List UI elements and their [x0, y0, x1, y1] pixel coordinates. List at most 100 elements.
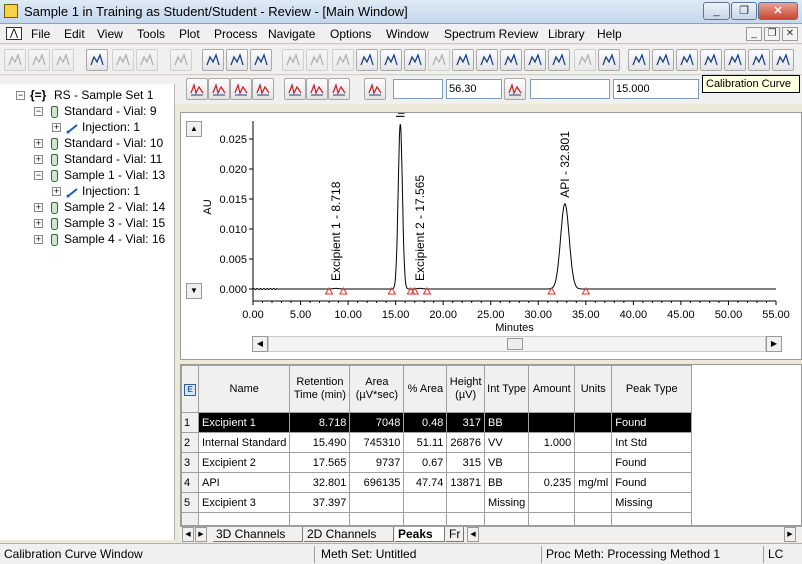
- table-cell[interactable]: Missing: [483, 492, 530, 513]
- tree-item[interactable]: + Injection: 1: [0, 120, 175, 136]
- column-header[interactable]: Area (µV*sec): [349, 365, 405, 413]
- table-cell[interactable]: [574, 432, 613, 453]
- tab-3d-channels[interactable]: 3D Channels: [213, 527, 303, 542]
- row-number[interactable]: 2: [181, 432, 199, 453]
- column-header[interactable]: Units: [574, 365, 613, 413]
- row-number[interactable]: 3: [181, 452, 199, 473]
- menu-edit[interactable]: Edit: [61, 26, 88, 42]
- value-b-input[interactable]: 15.000: [613, 79, 699, 99]
- table-cell[interactable]: 32.801: [289, 472, 351, 493]
- table-cell[interactable]: Excipient 1: [197, 412, 291, 433]
- summary-icon[interactable]: [748, 49, 770, 71]
- properties-icon[interactable]: [524, 49, 546, 71]
- table-cell[interactable]: 8.718: [289, 412, 351, 433]
- table-cell[interactable]: 15.490: [289, 432, 351, 453]
- tab-peaks[interactable]: Peaks: [395, 527, 445, 542]
- menu-plot[interactable]: Plot: [176, 26, 203, 42]
- expand-icon[interactable]: +: [34, 219, 43, 228]
- table-corner[interactable]: E: [181, 365, 199, 413]
- table-cell[interactable]: 13871: [446, 472, 485, 493]
- chart-zoom-icon[interactable]: [404, 49, 426, 71]
- menu-window[interactable]: Window: [383, 26, 432, 42]
- table-cell[interactable]: Found: [611, 452, 693, 473]
- table-cell[interactable]: [403, 512, 448, 525]
- table-cell[interactable]: 0.48: [403, 412, 448, 433]
- table-cell[interactable]: [574, 452, 613, 473]
- paste-icon[interactable]: [28, 49, 50, 71]
- collapse-icon[interactable]: −: [34, 107, 43, 116]
- menu-navigate[interactable]: Navigate: [265, 26, 318, 42]
- table-cell[interactable]: [483, 512, 530, 525]
- minimize-button[interactable]: _: [703, 2, 730, 20]
- window-icon[interactable]: [628, 49, 650, 71]
- plot-arrow-icon[interactable]: [250, 49, 272, 71]
- table-cell[interactable]: [289, 512, 351, 525]
- table-plot-icon[interactable]: [500, 49, 522, 71]
- start-time-input[interactable]: [393, 79, 443, 99]
- expand-icon[interactable]: +: [52, 187, 61, 196]
- table-cell[interactable]: Internal Standard: [197, 432, 291, 453]
- column-header[interactable]: Int Type: [483, 365, 530, 413]
- redo-icon[interactable]: [306, 49, 328, 71]
- tree-item[interactable]: − Sample 1 - Vial: 13: [0, 168, 175, 184]
- mdi-close-icon[interactable]: ✕: [782, 27, 798, 41]
- tree-item[interactable]: − Standard - Vial: 9: [0, 104, 175, 120]
- grid-icon[interactable]: [676, 49, 698, 71]
- table-cell[interactable]: 51.11: [403, 432, 448, 453]
- scrollbar-thumb[interactable]: [507, 338, 523, 350]
- menu-help[interactable]: Help: [594, 26, 625, 42]
- result-icon[interactable]: [724, 49, 746, 71]
- expand-icon[interactable]: +: [34, 155, 43, 164]
- menu-tools[interactable]: Tools: [134, 26, 168, 42]
- table-cell[interactable]: Found: [611, 472, 693, 493]
- cut-icon[interactable]: [52, 49, 74, 71]
- mdi-restore-icon[interactable]: ❐: [764, 27, 780, 41]
- row-number[interactable]: 5: [181, 492, 199, 513]
- tree-item[interactable]: + Sample 2 - Vial: 14: [0, 200, 175, 216]
- scroll-down-icon[interactable]: ▼: [186, 283, 202, 299]
- overlay-icon[interactable]: [380, 49, 402, 71]
- document-icon[interactable]: ⋀: [6, 27, 22, 40]
- table-cell[interactable]: [574, 512, 613, 525]
- table-cell[interactable]: BB: [483, 472, 530, 493]
- column-header[interactable]: % Area: [403, 365, 448, 413]
- row-number[interactable]: [181, 512, 199, 525]
- scroll-left-icon[interactable]: ◀: [252, 336, 268, 352]
- tab-scroll-right-icon[interactable]: ▶: [195, 527, 207, 542]
- table-cell[interactable]: [528, 412, 576, 433]
- table-cell[interactable]: Missing: [611, 492, 693, 513]
- table-cell[interactable]: [197, 512, 291, 525]
- tree-item[interactable]: + Sample 3 - Vial: 15: [0, 216, 175, 232]
- column-header[interactable]: Retention Time (min): [289, 365, 351, 413]
- export-icon[interactable]: [548, 49, 570, 71]
- zoom-alt-icon[interactable]: [356, 49, 378, 71]
- column-header[interactable]: Name: [197, 365, 291, 413]
- menu-options[interactable]: Options: [327, 26, 374, 42]
- restore-button[interactable]: ❐: [731, 2, 757, 20]
- table-cell[interactable]: API: [197, 472, 291, 493]
- table-cell[interactable]: 37.397: [289, 492, 351, 513]
- title-bar[interactable]: Sample 1 in Training as Student/Student …: [0, 0, 802, 24]
- refresh-alt-icon[interactable]: [772, 49, 794, 71]
- table-cell[interactable]: 17.565: [289, 452, 351, 473]
- expand-icon[interactable]: +: [34, 235, 43, 244]
- table-cell[interactable]: 745310: [349, 432, 405, 453]
- row-number[interactable]: 1: [181, 412, 199, 433]
- tab-bar-right-icon[interactable]: ▶: [784, 527, 796, 542]
- zoom-peak-icon[interactable]: [186, 78, 208, 100]
- peak-alt-icon[interactable]: [136, 49, 158, 71]
- table-row[interactable]: 2 Internal Standard 15.490 745310 51.11 26876…: [181, 432, 693, 453]
- menu-spectrum-review[interactable]: Spectrum Review: [441, 26, 541, 42]
- tree-item[interactable]: + Sample 4 - Vial: 16: [0, 232, 175, 248]
- column-header[interactable]: Peak Type: [611, 365, 693, 413]
- tab-scroll-left-icon[interactable]: ◀: [182, 527, 194, 542]
- menu-view[interactable]: View: [94, 26, 126, 42]
- table-row[interactable]: 4 API 32.801 696135 47.74 13871 BB 0.235 mg/ml Fo…: [181, 472, 693, 493]
- undo-icon[interactable]: [282, 49, 304, 71]
- table-cell[interactable]: Found: [611, 412, 693, 433]
- column-header[interactable]: Height (µV): [446, 365, 485, 413]
- collapse-icon[interactable]: −: [34, 171, 43, 180]
- tree-item[interactable]: + Standard - Vial: 10: [0, 136, 175, 152]
- table-cell[interactable]: [574, 412, 613, 433]
- calibration-curve-icon[interactable]: [700, 49, 722, 71]
